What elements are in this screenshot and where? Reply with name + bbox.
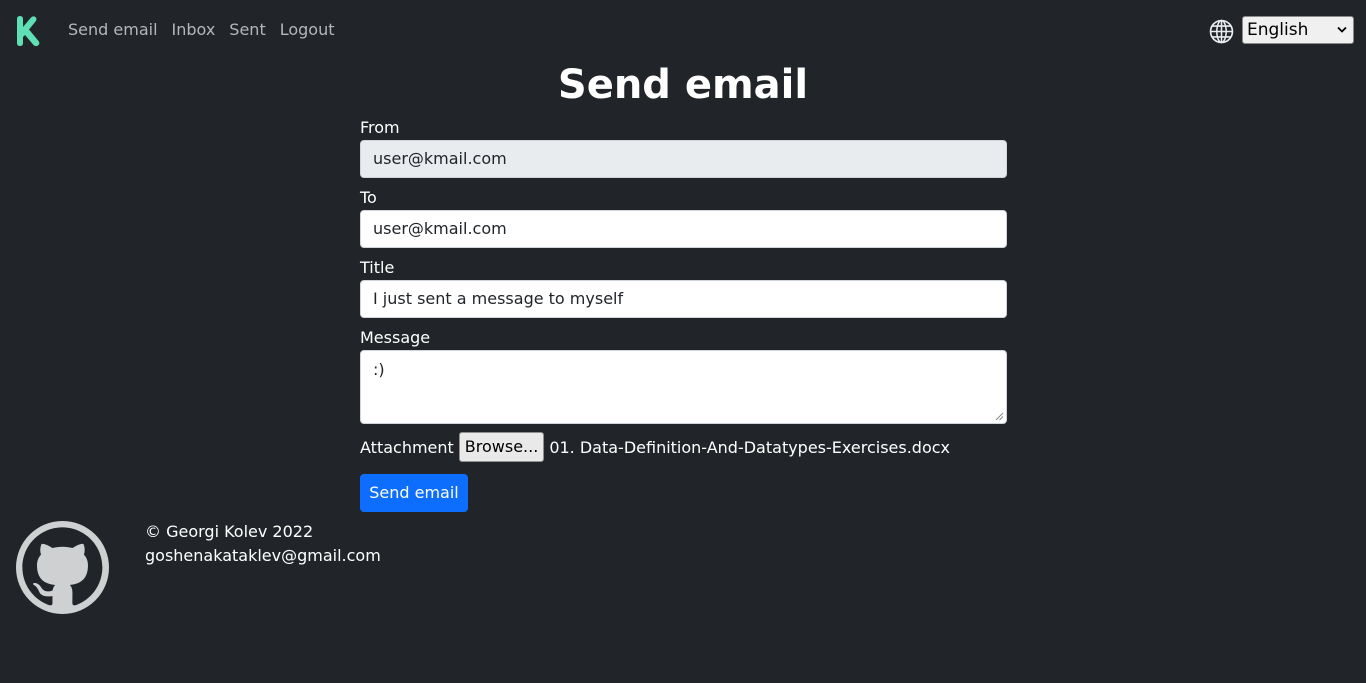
browse-button[interactable]: Browse... xyxy=(458,432,545,462)
resize-grip-icon[interactable] xyxy=(995,412,1004,421)
footer-copyright: © Georgi Kolev 2022 xyxy=(145,522,314,541)
nav-logout-link[interactable]: Logout xyxy=(280,19,335,41)
nav-send-email-link[interactable]: Send email xyxy=(68,19,158,41)
nav-sent-link[interactable]: Sent xyxy=(229,19,265,41)
title-field[interactable]: I just sent a message to myself xyxy=(360,280,1007,318)
message-textarea[interactable]: :) xyxy=(360,350,1007,424)
footer-text: © Georgi Kolev 2022 goshenakataklev@gmai… xyxy=(145,520,381,568)
page-title: Send email xyxy=(557,62,809,108)
language-selected-value: English xyxy=(1247,20,1309,40)
to-label: To xyxy=(360,188,377,207)
globe-icon xyxy=(1209,19,1234,44)
language-select[interactable]: English xyxy=(1242,16,1354,44)
kmail-logo-icon[interactable] xyxy=(14,15,42,47)
attachment-label: Attachment xyxy=(360,437,454,457)
to-field[interactable]: user@kmail.com xyxy=(360,210,1007,248)
attachment-file-name: 01. Data-Definition-And-Datatypes-Exerci… xyxy=(549,437,950,457)
nav-links: Send email Inbox Sent Logout xyxy=(68,19,349,41)
send-email-button[interactable]: Send email xyxy=(360,474,468,512)
footer-email[interactable]: goshenakataklev@gmail.com xyxy=(145,544,381,568)
github-icon[interactable] xyxy=(16,521,109,614)
nav-inbox-link[interactable]: Inbox xyxy=(172,19,216,41)
message-text: :) xyxy=(373,360,385,379)
message-label: Message xyxy=(360,328,431,347)
chevron-down-icon xyxy=(1337,26,1347,33)
attachment-row: Attachment Browse... 01. Data-Definition… xyxy=(360,432,950,462)
from-label: From xyxy=(360,118,400,137)
title-label: Title xyxy=(360,258,395,277)
navbar: Send email Inbox Sent Logout English xyxy=(0,0,1366,60)
from-field: user@kmail.com xyxy=(360,140,1007,178)
